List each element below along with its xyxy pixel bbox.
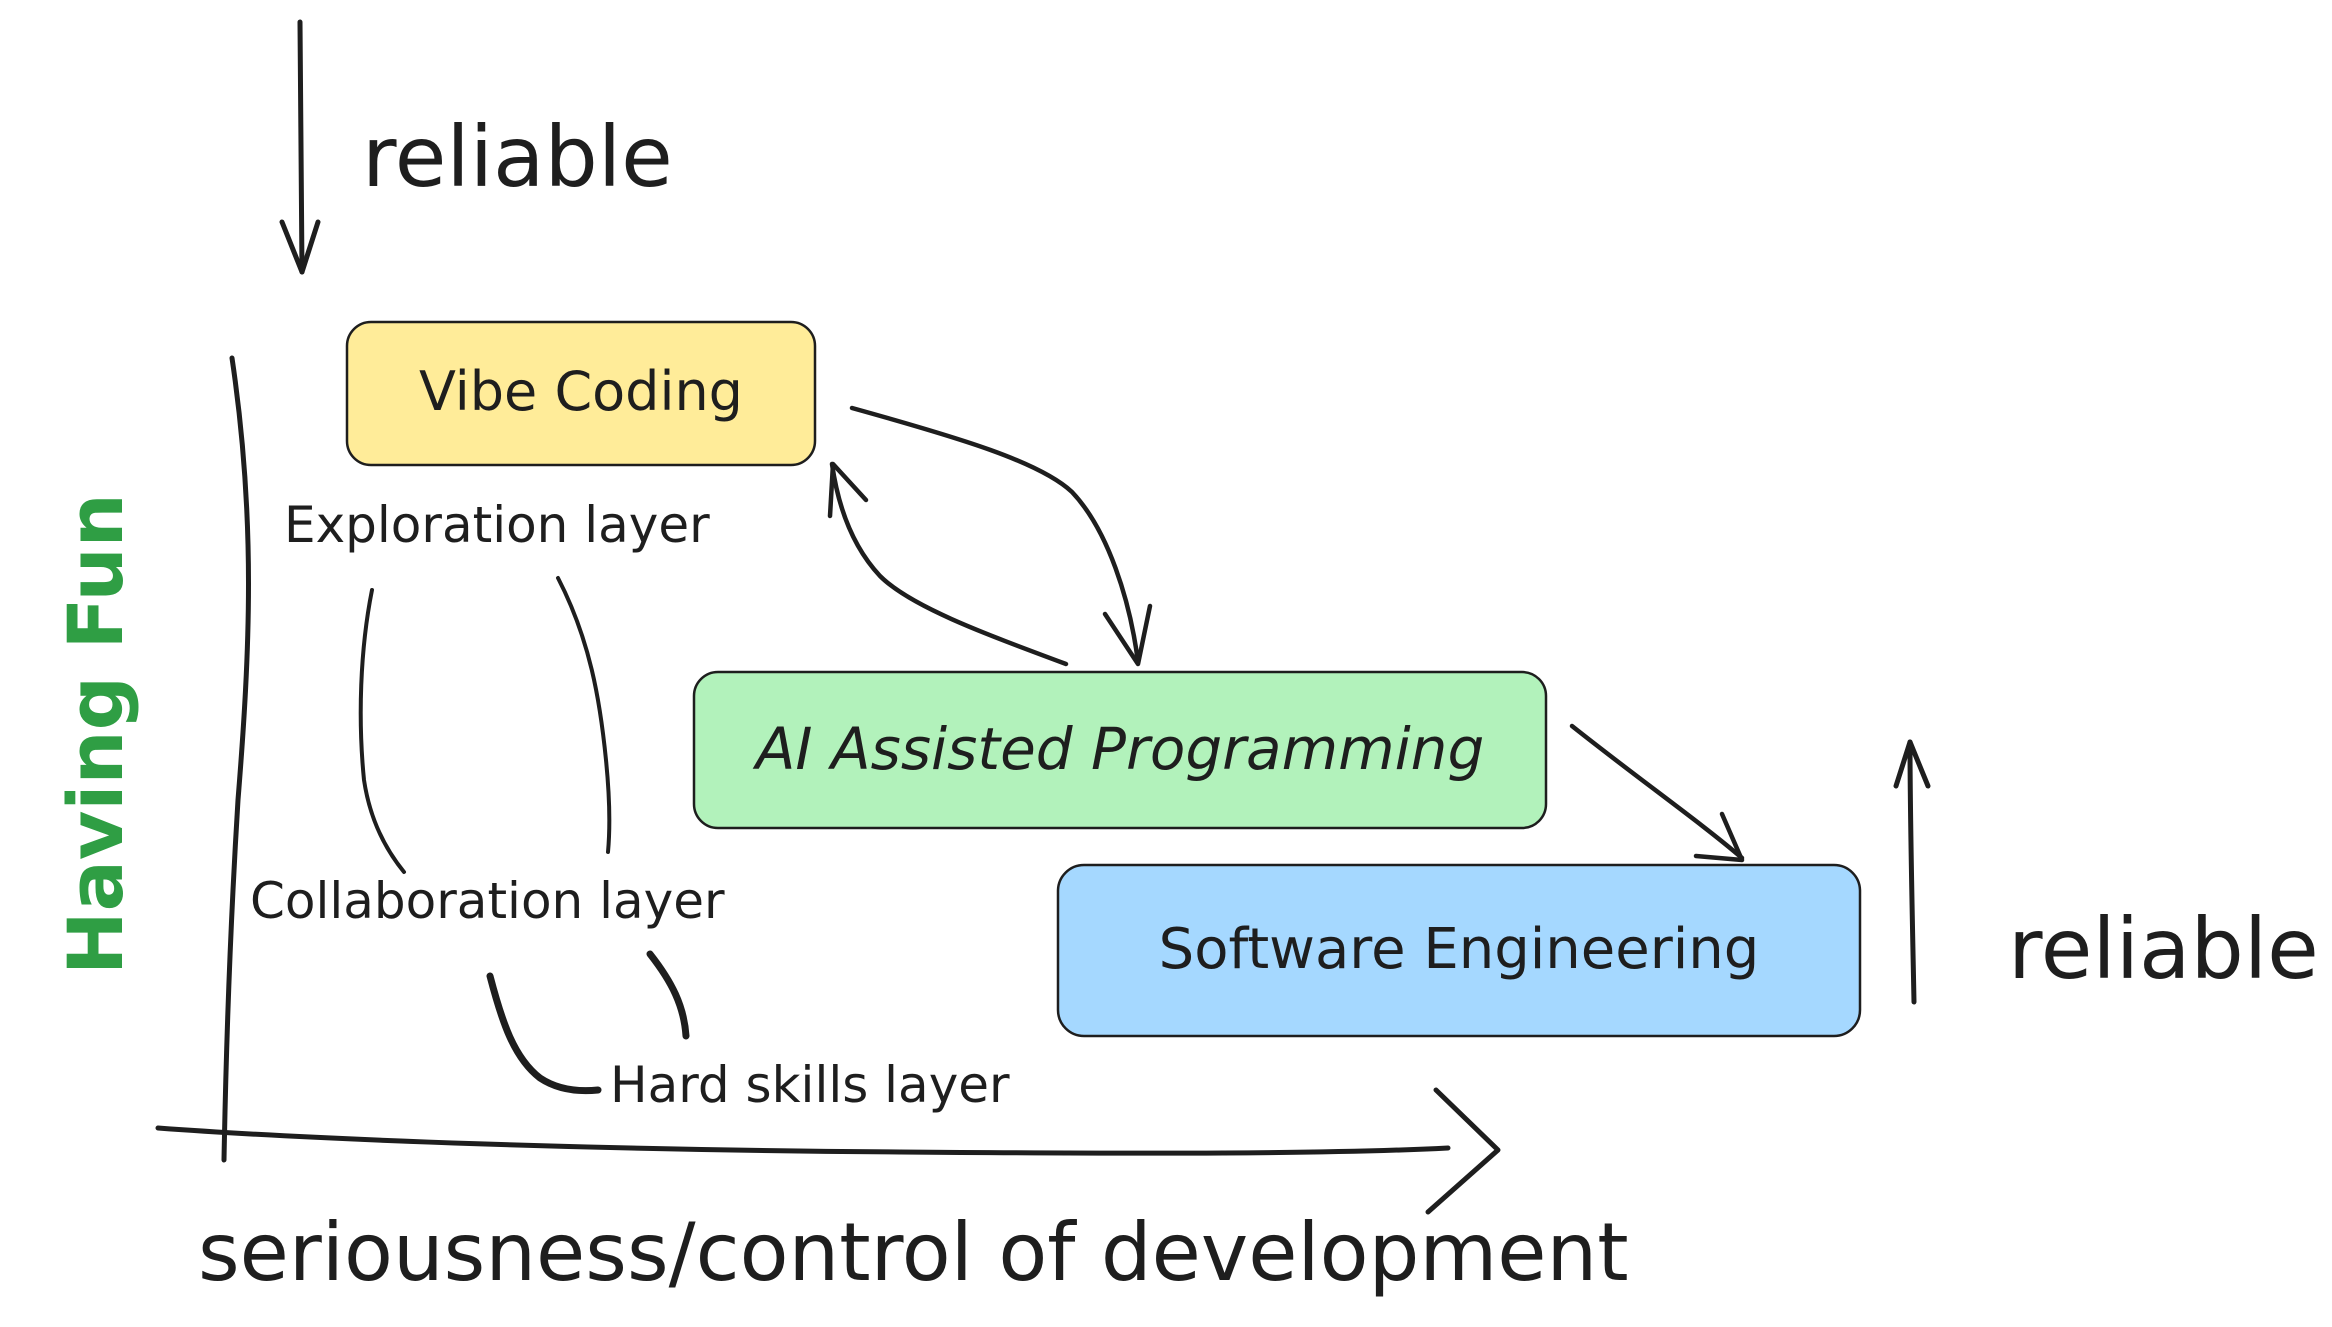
ai-assisted-programming-label: AI Assisted Programming	[752, 715, 1485, 783]
reliable-top-label: reliable	[362, 108, 673, 206]
exploration-collab-connector-right	[556, 576, 612, 854]
vibe-coding-box: Vibe Coding	[345, 320, 817, 467]
reliable-down-arrow	[279, 19, 321, 275]
having-fun-label: Having Fun	[51, 493, 140, 975]
ai-to-software-arrow	[1569, 723, 1745, 863]
collaboration-layer-label: Collaboration layer	[250, 872, 725, 930]
diagram-canvas: reliable seriousness/control of developm…	[51, 19, 2319, 1299]
reliable-right-label: reliable	[2008, 900, 2319, 998]
vibe-coding-label: Vibe Coding	[419, 360, 743, 423]
hard-skills-layer-label: Hard skills layer	[610, 1056, 1010, 1114]
ai-assisted-programming-box: AI Assisted Programming	[692, 670, 1548, 830]
software-engineering-box: Software Engineering	[1056, 863, 1862, 1038]
collab-hardskills-connector-right	[646, 950, 690, 1040]
x-axis-label: seriousness/control of development	[198, 1206, 1629, 1299]
vibe-to-ai-arrow	[849, 405, 1153, 667]
software-engineering-label: Software Engineering	[1159, 917, 1760, 982]
exploration-layer-label: Exploration layer	[284, 496, 710, 554]
y-axis-line	[221, 355, 251, 1163]
exploration-collab-connector-left	[358, 588, 406, 874]
ai-to-vibe-arrow	[827, 461, 1069, 667]
collab-hardskills-connector-left	[486, 972, 602, 1095]
reliable-up-arrow	[1893, 739, 1931, 1005]
